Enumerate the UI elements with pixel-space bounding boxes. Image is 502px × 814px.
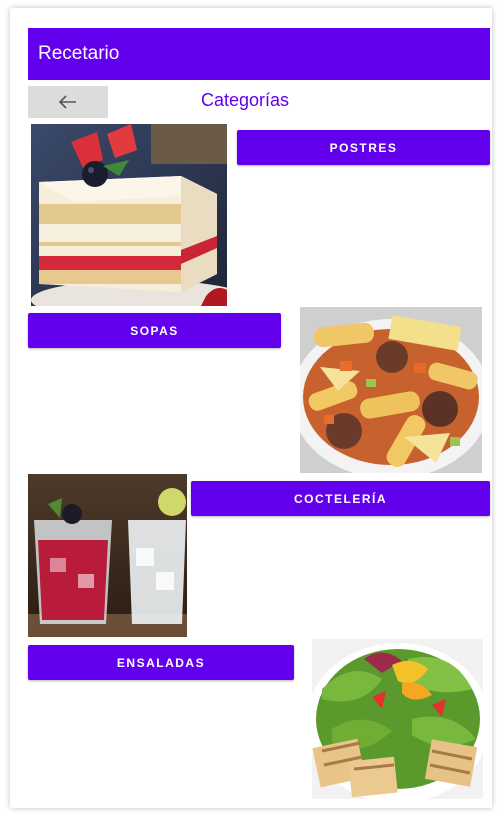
category-button-postres[interactable]: POSTRES xyxy=(237,130,490,165)
back-button[interactable] xyxy=(28,86,108,118)
app-bar: Recetario xyxy=(28,28,490,80)
pasta-soup-image[interactable] xyxy=(300,307,482,473)
app-title: Recetario xyxy=(38,43,120,64)
salad-image[interactable] xyxy=(312,639,483,799)
category-button-sopas[interactable]: SOPAS xyxy=(28,313,281,348)
cocktail-drinks-image[interactable] xyxy=(28,474,187,637)
page-title: Categorías xyxy=(200,90,290,110)
app-screen: Recetario Categorías POSTRES SOPAS COCTE… xyxy=(0,0,502,814)
category-button-cocteleria[interactable]: COCTELERÍA xyxy=(191,481,490,516)
cake-dessert-image[interactable] xyxy=(31,124,227,306)
arrow-left-icon xyxy=(59,95,76,109)
category-button-ensaladas[interactable]: ENSALADAS xyxy=(28,645,294,680)
